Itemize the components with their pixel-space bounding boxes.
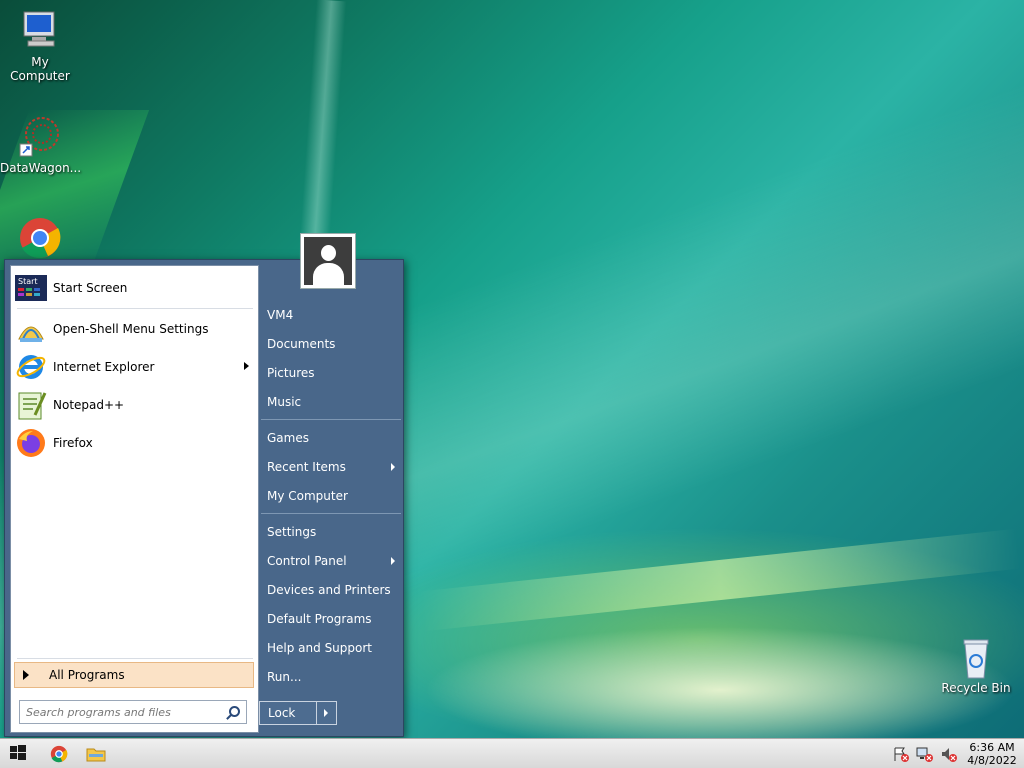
desktop-icon-recycle-bin[interactable]: Recycle Bin bbox=[936, 634, 1016, 695]
program-label: Notepad++ bbox=[53, 398, 125, 412]
menu-item-my-computer[interactable]: My Computer bbox=[267, 485, 403, 507]
open-shell-icon bbox=[15, 313, 47, 345]
volume-muted-icon[interactable] bbox=[940, 746, 958, 762]
menu-item-control-panel[interactable]: Control Panel bbox=[267, 550, 403, 572]
windows-icon bbox=[10, 745, 26, 760]
submenu-arrow-icon bbox=[244, 362, 249, 370]
desktop-icon-label: Recycle Bin bbox=[941, 681, 1011, 695]
start-button[interactable] bbox=[8, 743, 32, 765]
search-icon[interactable] bbox=[229, 706, 240, 717]
menu-item-vm4[interactable]: VM4 bbox=[267, 304, 403, 326]
desktop-icon-label: My Computer bbox=[10, 55, 70, 83]
lock-button[interactable]: Lock bbox=[259, 701, 337, 725]
menu-item-devices-printers[interactable]: Devices and Printers bbox=[267, 579, 403, 601]
menu-item-settings[interactable]: Settings bbox=[267, 521, 403, 543]
clock[interactable]: 6:36 AM 4/8/2022 bbox=[964, 741, 1020, 767]
separator bbox=[261, 419, 401, 420]
taskbar-file-explorer[interactable] bbox=[86, 743, 110, 765]
network-icon[interactable] bbox=[916, 746, 934, 762]
menu-item-default-programs[interactable]: Default Programs bbox=[267, 608, 403, 630]
all-programs-label: All Programs bbox=[49, 668, 125, 682]
menu-item-games[interactable]: Games bbox=[267, 427, 403, 449]
expand-arrow-icon bbox=[23, 670, 29, 680]
user-avatar[interactable] bbox=[300, 233, 356, 289]
desktop-icon-datawagon[interactable]: DataWagon... bbox=[0, 114, 82, 175]
menu-item-run[interactable]: Run... bbox=[267, 666, 403, 688]
program-internet-explorer[interactable]: Internet Explorer bbox=[15, 349, 255, 385]
svg-text:Start: Start bbox=[18, 277, 38, 286]
computer-icon bbox=[18, 8, 62, 52]
recycle-bin-icon bbox=[954, 634, 998, 679]
menu-item-help-support[interactable]: Help and Support bbox=[267, 637, 403, 659]
action-center-flag-icon[interactable] bbox=[892, 746, 910, 762]
separator bbox=[17, 658, 253, 659]
system-tray: 6:36 AM 4/8/2022 bbox=[892, 739, 1024, 768]
desktop-icon-my-computer[interactable]: My Computer bbox=[0, 8, 80, 83]
firefox-icon bbox=[15, 427, 47, 459]
program-label: Open-Shell Menu Settings bbox=[53, 322, 209, 336]
folder-icon bbox=[86, 748, 106, 762]
program-label: Firefox bbox=[53, 436, 93, 450]
internet-explorer-icon bbox=[15, 351, 47, 383]
program-label: Internet Explorer bbox=[53, 360, 155, 374]
desktop-icon-chrome[interactable] bbox=[0, 216, 80, 263]
menu-item-recent-items[interactable]: Recent Items bbox=[267, 456, 403, 478]
separator bbox=[261, 513, 401, 514]
wallpaper-streak bbox=[419, 528, 1021, 632]
taskbar: 6:36 AM 4/8/2022 bbox=[0, 738, 1024, 768]
clock-time: 6:36 AM bbox=[969, 741, 1015, 754]
lock-label: Lock bbox=[268, 706, 296, 720]
program-notepadpp[interactable]: Notepad++ bbox=[15, 387, 255, 423]
menu-item-pictures[interactable]: Pictures bbox=[267, 362, 403, 384]
program-firefox[interactable]: Firefox bbox=[15, 425, 255, 461]
taskbar-chrome[interactable] bbox=[50, 743, 74, 765]
clock-date: 4/8/2022 bbox=[967, 754, 1017, 767]
user-icon bbox=[304, 237, 352, 285]
program-open-shell-settings[interactable]: Open-Shell Menu Settings bbox=[15, 311, 255, 347]
search-box[interactable] bbox=[19, 700, 247, 724]
program-start-screen[interactable]: Start Start Screen bbox=[15, 270, 255, 306]
start-menu-programs-pane: Start Start Screen Open-Shell Menu Setti… bbox=[10, 265, 259, 733]
separator bbox=[17, 308, 253, 309]
desktop-icon-label: DataWagon... bbox=[0, 161, 82, 175]
menu-item-music[interactable]: Music bbox=[267, 391, 403, 413]
all-programs-button[interactable]: All Programs bbox=[14, 662, 254, 688]
chrome-icon bbox=[18, 216, 62, 260]
start-screen-icon: Start bbox=[15, 272, 47, 304]
shutdown-options-arrow-icon[interactable] bbox=[316, 702, 336, 724]
datawagon-icon bbox=[18, 114, 62, 158]
search-input[interactable] bbox=[26, 705, 216, 719]
notepadpp-icon bbox=[15, 389, 47, 421]
start-menu: Start Start Screen Open-Shell Menu Setti… bbox=[4, 259, 404, 737]
program-label: Start Screen bbox=[53, 281, 128, 295]
submenu-arrow-icon bbox=[391, 557, 395, 565]
chrome-icon bbox=[50, 745, 68, 763]
submenu-arrow-icon bbox=[391, 463, 395, 471]
menu-item-documents[interactable]: Documents bbox=[267, 333, 403, 355]
